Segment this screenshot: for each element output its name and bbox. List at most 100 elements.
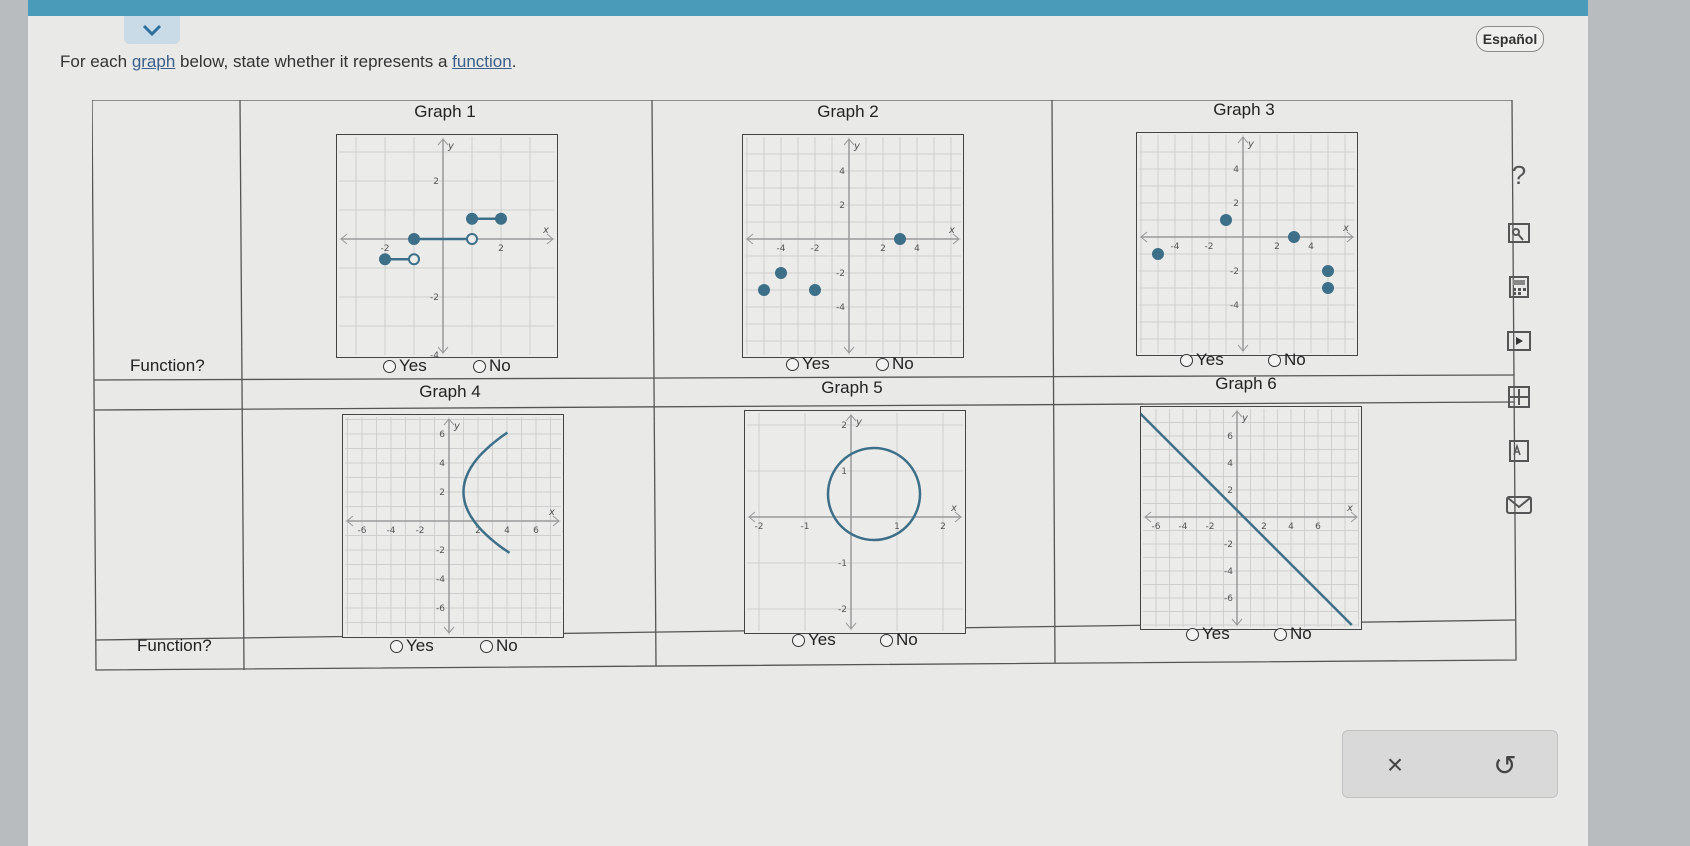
action-bar: × ↺ — [1342, 730, 1558, 798]
radio-circle[interactable] — [480, 639, 493, 653]
top-bar — [28, 0, 1588, 16]
radio-circle[interactable] — [1268, 353, 1281, 367]
graph-6-plot: x y 6 4 2 -2 -4 -6 -6 -4 -2 2 4 6 — [1140, 406, 1362, 630]
y-axis-label: y — [1241, 413, 1249, 424]
video-icon[interactable] — [1504, 326, 1534, 356]
collapse-tab[interactable] — [124, 16, 180, 44]
graph-6-no-option[interactable]: No — [1274, 624, 1312, 644]
radio-circle[interactable] — [786, 357, 799, 371]
radio-circle[interactable] — [792, 633, 805, 647]
radio-circle[interactable] — [880, 633, 893, 647]
tick-label: 8 — [562, 526, 563, 536]
graph-svg: x y 4 2 -2 -4 -4 -2 2 4 — [1139, 135, 1355, 353]
graph-2-yes-option[interactable]: Yes — [786, 354, 830, 374]
graph-5-plot: x y 2 1 -1 -2 -2 -1 1 2 — [744, 410, 966, 634]
tick-label: -6 — [436, 604, 445, 614]
tick-label: 4 — [1233, 165, 1239, 175]
tick-label: 2 — [433, 177, 439, 187]
radio-circle[interactable] — [390, 639, 403, 653]
graph-svg: xy21-1-2-2 -1 1 2 — [747, 413, 963, 631]
tick-label: -2 — [836, 269, 845, 279]
tick-label: 4 — [1288, 522, 1294, 532]
function-link[interactable]: function — [452, 52, 512, 71]
tick-label: -2 — [430, 293, 439, 303]
data-point — [894, 233, 906, 245]
graph-2-title: Graph 2 — [817, 102, 879, 121]
tick-label: 4 — [839, 167, 845, 177]
y-axis-label: y — [453, 421, 461, 432]
graph-4-plot: xy642-2-4-6-8-6-4-22468 — [342, 414, 564, 638]
tick-label: -2 — [1224, 540, 1233, 550]
text-size-icon[interactable] — [1504, 436, 1534, 466]
graph-4-yes-option[interactable]: Yes — [390, 636, 434, 656]
x-axis-label: x — [542, 225, 549, 236]
tick-label: -1 — [801, 522, 810, 532]
tick-label: -2 — [838, 605, 847, 615]
tick-label: 2 — [940, 522, 946, 532]
radio-circle[interactable] — [1180, 353, 1193, 367]
graph-1-yes-option[interactable]: Yes — [383, 356, 427, 376]
tick-label: 2 — [1233, 199, 1239, 209]
tick-label: 2 — [1227, 486, 1233, 496]
data-point — [379, 253, 391, 266]
clear-button[interactable]: × — [1375, 745, 1415, 785]
tick-label: -4 — [430, 351, 439, 357]
radio-circle[interactable] — [383, 359, 396, 373]
message-icon[interactable] — [1504, 490, 1534, 520]
page: Español For each graph below, state whet… — [28, 0, 1588, 846]
instruction-text: For each graph below, state whether it r… — [60, 52, 517, 71]
tick-label: 4 — [1308, 242, 1314, 252]
graph-6-yes-option[interactable]: Yes — [1186, 624, 1230, 644]
textbook-icon[interactable] — [1504, 218, 1534, 248]
graph-3-no-option[interactable]: No — [1268, 350, 1306, 370]
radio-circle[interactable] — [473, 359, 486, 373]
radio-circle[interactable] — [876, 357, 889, 371]
tick-label: -4 — [836, 303, 845, 313]
calculator-icon[interactable] — [1504, 272, 1534, 302]
data-point — [758, 284, 770, 296]
tick-label: -2 — [1205, 242, 1214, 252]
formula-icon[interactable] — [1504, 382, 1534, 412]
data-point — [1322, 265, 1334, 277]
tick-label: -2 — [416, 526, 425, 536]
undo-icon: ↺ — [1493, 749, 1517, 781]
x-axis-label: x — [1346, 503, 1353, 514]
tick-label: 2 — [498, 244, 504, 254]
tick-label: 4 — [914, 244, 920, 254]
tick-label: 6 — [439, 430, 445, 440]
undo-button[interactable]: ↺ — [1485, 745, 1525, 785]
radio-circle[interactable] — [1186, 627, 1199, 641]
data-point — [809, 284, 821, 296]
tick-label: 4 — [504, 526, 510, 536]
radio-circle[interactable] — [1274, 627, 1287, 641]
y-axis-label: y — [853, 141, 861, 152]
tick-label: -2 — [755, 522, 764, 532]
tick-label: -6 — [1152, 522, 1161, 532]
tick-label: 6 — [1315, 522, 1321, 532]
data-point — [1288, 231, 1300, 243]
graph-table: Graph 1 Graph 2 Graph 3 Graph 4 Graph 5 … — [92, 100, 1574, 708]
graph-3-yes-option[interactable]: Yes — [1180, 350, 1224, 370]
data-point — [775, 267, 787, 279]
graph-1-no-option[interactable]: No — [473, 356, 511, 376]
graph-1-plot: xy42-2-42-2 — [336, 134, 558, 358]
y-axis-label: y — [855, 417, 863, 428]
data-point — [408, 253, 420, 266]
tick-label: -4 — [387, 526, 396, 536]
graph-1-title: Graph 1 — [414, 102, 476, 121]
tick-label: 2 — [839, 201, 845, 211]
graph-svg: xy642-2-4-6-8-6-4-22468 — [345, 417, 563, 635]
graph-2-no-option[interactable]: No — [876, 354, 914, 374]
help-icon[interactable]: ? — [1504, 160, 1534, 190]
circle-curve — [826, 446, 922, 542]
graph-4-no-option[interactable]: No — [480, 636, 518, 656]
x-axis-label: x — [548, 507, 555, 518]
close-icon: × — [1386, 749, 1404, 780]
graph-link[interactable]: graph — [132, 52, 175, 71]
tick-label: -2 — [381, 244, 390, 254]
graph-5-yes-option[interactable]: Yes — [792, 630, 836, 650]
graph-5-no-option[interactable]: No — [880, 630, 918, 650]
tick-label: 1 — [894, 522, 900, 532]
graph-5-title: Graph 5 — [821, 378, 883, 397]
language-button[interactable]: Español — [1476, 26, 1544, 52]
